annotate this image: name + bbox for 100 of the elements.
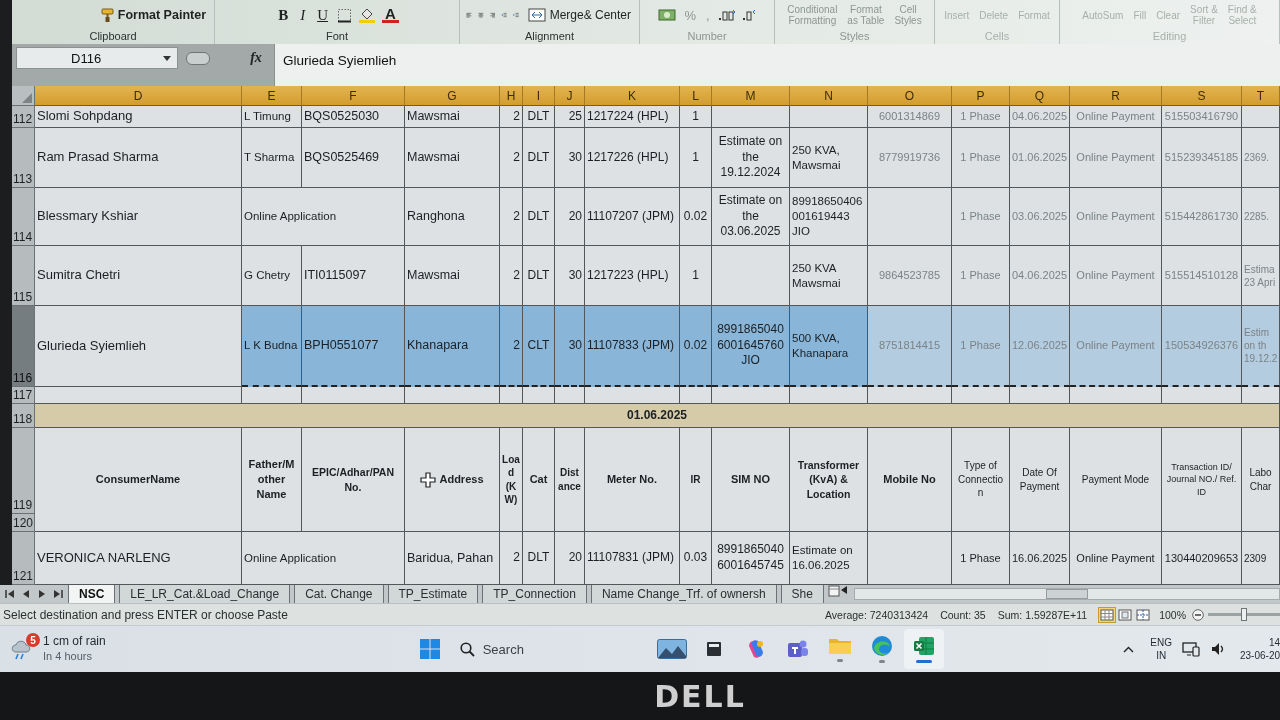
- column-header[interactable]: N: [790, 86, 868, 106]
- insert-function-button[interactable]: fx: [238, 44, 274, 72]
- ribbon-button[interactable]: I: [297, 7, 309, 23]
- column-header[interactable]: E: [242, 86, 302, 106]
- people-tile-icon: [786, 638, 809, 660]
- column-header[interactable]: F: [302, 86, 405, 106]
- row-header[interactable]: 121: [12, 532, 35, 585]
- display-icon[interactable]: [1182, 641, 1200, 657]
- triangle-icon: [22, 93, 32, 103]
- sheet-tab[interactable]: NSC: [68, 585, 116, 603]
- table-cell: Estim on th 19.12.2: [1242, 306, 1280, 387]
- format-painter-button[interactable]: Format Painter: [98, 7, 208, 23]
- sheet-tab[interactable]: Cat. Change: [294, 585, 384, 603]
- column-header[interactable]: M: [712, 86, 790, 106]
- running-indicator: [915, 660, 932, 663]
- formula-field[interactable]: Glurieda Syiemlieh: [274, 44, 1280, 86]
- monitor-logo: DELL: [654, 678, 746, 714]
- last-sheet-icon[interactable]: [52, 589, 63, 599]
- search-icon[interactable]: [459, 641, 475, 657]
- view-button[interactable]: [1099, 607, 1116, 622]
- select-all-button[interactable]: [12, 86, 35, 106]
- table-cell: Loa d (K W): [500, 428, 523, 532]
- table-cell: Ranghona: [405, 188, 500, 246]
- column-header[interactable]: G: [405, 86, 500, 106]
- row-header[interactable]: 113: [12, 128, 35, 188]
- first-sheet-icon[interactable]: [4, 589, 15, 599]
- currency-icon[interactable]: [658, 8, 677, 22]
- show-hidden-icons-button[interactable]: [1123, 645, 1135, 653]
- increase-decimal-icon[interactable]: [717, 9, 736, 21]
- row-header[interactable]: 117: [12, 387, 35, 404]
- row-header[interactable]: 115: [12, 246, 35, 306]
- zoom-out-button[interactable]: [1192, 608, 1204, 621]
- row-header[interactable]: 116: [12, 306, 35, 387]
- taskbar-button[interactable]: [903, 629, 944, 669]
- table-cell: 2: [500, 106, 523, 128]
- column-header[interactable]: O: [868, 86, 952, 106]
- page-break-icon: [1136, 608, 1151, 621]
- sheet-tab[interactable]: TP_Connection: [482, 585, 587, 603]
- column-header[interactable]: T: [1242, 86, 1280, 106]
- sheet-tab[interactable]: TP_Estimate: [387, 585, 479, 603]
- column-header[interactable]: R: [1070, 86, 1162, 106]
- column-header[interactable]: L: [680, 86, 712, 106]
- table-cell: 12.06.2025: [1010, 306, 1070, 387]
- table-cell: Khanapara: [405, 306, 500, 387]
- ribbon-button[interactable]: U: [314, 7, 331, 23]
- column-header[interactable]: P: [952, 86, 1010, 106]
- table-cell: 30: [555, 306, 585, 387]
- search-field[interactable]: Search: [482, 641, 533, 657]
- column-header[interactable]: Q: [1010, 86, 1070, 106]
- table-cell: Mawsmai: [405, 128, 500, 188]
- table-cell: IR: [680, 428, 712, 532]
- table-cell: 11107833 (JPM): [585, 306, 680, 387]
- column-header[interactable]: I: [523, 86, 555, 106]
- ribbon-button[interactable]: A: [382, 7, 399, 23]
- resize-handle[interactable]: [186, 51, 210, 65]
- name-box[interactable]: D116: [16, 47, 178, 69]
- column-header[interactable]: D: [35, 86, 242, 106]
- language-button[interactable]: ENG IN: [1150, 636, 1172, 662]
- merge-button[interactable]: Merge& Center: [525, 8, 633, 22]
- row-header[interactable]: 120: [12, 514, 35, 532]
- table-cell: Estimate on the 03.06.2025: [712, 188, 790, 246]
- decrease-decimal-icon[interactable]: [741, 9, 756, 21]
- table-cell: DLT: [523, 128, 555, 188]
- caret-icon[interactable]: [163, 55, 171, 61]
- table-cell: 1 Phase: [952, 106, 1010, 128]
- slider-thumb[interactable]: [1241, 608, 1247, 621]
- running-indicator: [878, 660, 885, 663]
- table-cell: 1217224 (HPL): [585, 106, 680, 128]
- view-button[interactable]: [1135, 607, 1152, 622]
- borders-icon[interactable]: [337, 7, 352, 23]
- running-indicator: [836, 659, 843, 662]
- speaker-icon[interactable]: [1210, 641, 1226, 657]
- row-header[interactable]: 119: [12, 428, 35, 514]
- scroll-left-icon[interactable]: [839, 585, 848, 595]
- sheet-tab[interactable]: Name Change_Trf. of ownersh: [590, 585, 777, 603]
- table-cell: 500 KVA, Khanapara: [790, 306, 868, 387]
- row-header[interactable]: 114: [12, 188, 35, 246]
- table-cell: 8751814415: [868, 306, 952, 387]
- sheet-icon[interactable]: [827, 585, 840, 597]
- column-header[interactable]: J: [555, 86, 585, 106]
- column-header[interactable]: K: [585, 86, 680, 106]
- row-header[interactable]: 118: [12, 404, 35, 428]
- clock-button[interactable]: 14 23-06-20: [1236, 636, 1280, 662]
- column-header[interactable]: H: [500, 86, 523, 106]
- scrollbar-thumb[interactable]: [1045, 589, 1088, 599]
- column-header[interactable]: S: [1162, 86, 1242, 106]
- row-header[interactable]: 112: [12, 106, 35, 128]
- view-button[interactable]: [1117, 607, 1134, 622]
- fill-color-icon[interactable]: [358, 7, 376, 23]
- horizontal-scrollbar[interactable]: [853, 588, 1280, 600]
- table-cell: Transaction ID/ Journal NO./ Ref. ID: [1162, 428, 1242, 532]
- weather-widget[interactable]: 5 1 cm of rain In 4 hours: [10, 634, 106, 664]
- table-cell: SIM NO: [712, 428, 790, 532]
- sheet-tab[interactable]: She: [780, 585, 824, 603]
- table-cell: Slomi Sohpdang: [35, 106, 242, 128]
- next-sheet-icon[interactable]: [36, 589, 47, 599]
- zoom-level[interactable]: 100%: [1159, 608, 1186, 621]
- table-cell: 1: [680, 106, 712, 128]
- ribbon-button[interactable]: B: [275, 7, 292, 23]
- sheet-tab[interactable]: LE_LR_Cat.&Load_Change: [119, 585, 291, 603]
